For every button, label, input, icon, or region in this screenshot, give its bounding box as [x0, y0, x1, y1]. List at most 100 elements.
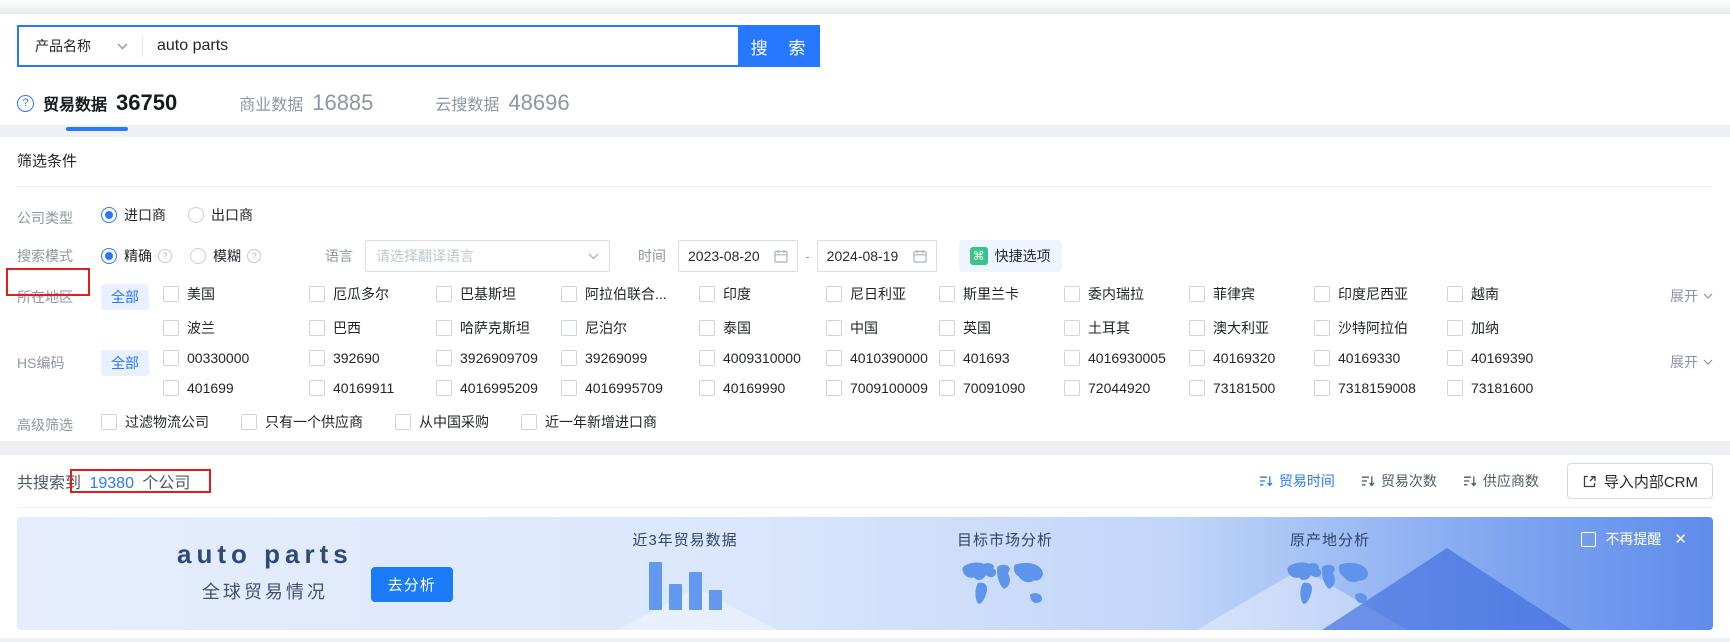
checkbox-option[interactable]: 40169911: [309, 380, 436, 396]
checkbox-icon[interactable]: [436, 286, 452, 302]
checkbox-option[interactable]: 4016995709: [561, 380, 699, 396]
checkbox-icon[interactable]: [1447, 350, 1463, 366]
checkbox-icon[interactable]: [1064, 350, 1080, 366]
quick-options-button[interactable]: ⌘ 快捷选项: [958, 240, 1062, 272]
checkbox-icon[interactable]: [1189, 350, 1205, 366]
checkbox-option[interactable]: 70091090: [939, 380, 1064, 396]
checkbox-icon[interactable]: [561, 320, 577, 336]
checkbox-option[interactable]: 7009100009: [826, 380, 939, 396]
checkbox-icon[interactable]: [1314, 380, 1330, 396]
tab-cloud-search-data[interactable]: 云搜数据 48696: [435, 75, 569, 131]
checkbox-icon[interactable]: [939, 286, 955, 302]
checkbox-icon[interactable]: [163, 286, 179, 302]
checkbox-option[interactable]: 委内瑞拉: [1064, 284, 1189, 304]
checkbox-icon[interactable]: [826, 286, 842, 302]
radio-option[interactable]: 进口商: [101, 205, 166, 225]
checkbox-icon[interactable]: [939, 380, 955, 396]
radio-option[interactable]: 出口商: [188, 205, 253, 225]
checkbox-option[interactable]: 73181500: [1189, 380, 1314, 396]
checkbox-icon[interactable]: [1447, 286, 1463, 302]
checkbox-option[interactable]: 40169990: [699, 380, 826, 396]
checkbox-icon[interactable]: [241, 414, 257, 430]
checkbox-option[interactable]: 40169320: [1189, 350, 1314, 366]
start-date-input[interactable]: 2023-08-20: [678, 240, 798, 272]
checkbox-icon[interactable]: [699, 320, 715, 336]
checkbox-option[interactable]: 巴西: [309, 318, 436, 338]
checkbox-icon[interactable]: [436, 350, 452, 366]
checkbox-icon[interactable]: [1447, 320, 1463, 336]
checkbox-option[interactable]: 4010390000: [826, 350, 939, 366]
checkbox-option[interactable]: 只有一个供应商: [241, 412, 363, 432]
checkbox-icon[interactable]: [1314, 350, 1330, 366]
checkbox-option[interactable]: 40169390: [1447, 350, 1670, 366]
checkbox-icon[interactable]: [1064, 286, 1080, 302]
checkbox-option[interactable]: 72044920: [1064, 380, 1189, 396]
checkbox-icon[interactable]: [309, 350, 325, 366]
checkbox-icon[interactable]: [309, 320, 325, 336]
checkbox-icon[interactable]: [1189, 286, 1205, 302]
checkbox-option[interactable]: 加纳: [1447, 318, 1670, 338]
checkbox-option[interactable]: 40169330: [1314, 350, 1447, 366]
checkbox-icon[interactable]: [1064, 320, 1080, 336]
summary-count[interactable]: 19380: [89, 475, 134, 492]
checkbox-icon[interactable]: [163, 350, 179, 366]
radio-icon[interactable]: [190, 248, 206, 264]
radio-icon[interactable]: [188, 207, 204, 223]
question-circle-icon[interactable]: ?: [17, 94, 34, 112]
checkbox-option[interactable]: 沙特阿拉伯: [1314, 318, 1447, 338]
end-date-input[interactable]: 2024-08-19: [816, 240, 937, 272]
region-expand-link[interactable]: 展开: [1670, 284, 1713, 306]
checkbox-icon[interactable]: [436, 320, 452, 336]
checkbox-option[interactable]: 中国: [826, 318, 939, 338]
checkbox-icon[interactable]: [1314, 286, 1330, 302]
checkbox-icon[interactable]: [395, 414, 411, 430]
checkbox-option[interactable]: 泰国: [699, 318, 826, 338]
checkbox-icon[interactable]: [826, 350, 842, 366]
checkbox-option[interactable]: 尼泊尔: [561, 318, 699, 338]
sort-trade-time[interactable]: 贸易时间: [1259, 471, 1335, 491]
checkbox-option[interactable]: 巴基斯坦: [436, 284, 561, 304]
checkbox-icon[interactable]: [699, 380, 715, 396]
checkbox-option[interactable]: 3926909709: [436, 350, 561, 366]
checkbox-option[interactable]: 印度: [699, 284, 826, 304]
checkbox-icon[interactable]: [1447, 380, 1463, 396]
checkbox-option[interactable]: 尼日利亚: [826, 284, 939, 304]
import-crm-button[interactable]: 导入内部CRM: [1566, 463, 1713, 499]
banner-card-target-market[interactable]: 目标市场分析: [895, 529, 1115, 614]
checkbox-icon[interactable]: [1314, 320, 1330, 336]
radio-option[interactable]: 模糊?: [190, 246, 261, 266]
hs-expand-link[interactable]: 展开: [1670, 350, 1713, 372]
checkbox-option[interactable]: 从中国采购: [395, 412, 489, 432]
checkbox-icon[interactable]: [939, 350, 955, 366]
checkbox-option[interactable]: 哈萨克斯坦: [436, 318, 561, 338]
checkbox-option[interactable]: 近一年新增进口商: [521, 412, 657, 432]
checkbox-icon[interactable]: [163, 320, 179, 336]
checkbox-icon[interactable]: [436, 380, 452, 396]
checkbox-icon[interactable]: [101, 414, 117, 430]
checkbox-option[interactable]: 4016930005: [1064, 350, 1189, 366]
banner-card-trade-data[interactable]: 近3年贸易数据: [575, 529, 795, 610]
sort-supplier-count[interactable]: 供应商数: [1463, 471, 1539, 491]
checkbox-icon[interactable]: [561, 350, 577, 366]
checkbox-option[interactable]: 4016995209: [436, 380, 561, 396]
search-input[interactable]: [143, 27, 738, 65]
close-icon[interactable]: ✕: [1674, 530, 1687, 548]
checkbox-icon[interactable]: [826, 320, 842, 336]
checkbox-option[interactable]: 印度尼西亚: [1314, 284, 1447, 304]
checkbox-option[interactable]: 波兰: [163, 318, 309, 338]
checkbox-option[interactable]: 阿拉伯联合...: [561, 284, 699, 304]
search-category-dropdown[interactable]: 产品名称: [19, 27, 142, 65]
checkbox-icon[interactable]: [309, 286, 325, 302]
checkbox-option[interactable]: 39269099: [561, 350, 699, 366]
checkbox-option[interactable]: 4009310000: [699, 350, 826, 366]
checkbox-icon[interactable]: [561, 380, 577, 396]
radio-icon[interactable]: [101, 248, 117, 264]
radio-option[interactable]: 精确?: [101, 246, 172, 266]
sort-trade-count[interactable]: 贸易次数: [1361, 471, 1437, 491]
checkbox-icon[interactable]: [1189, 320, 1205, 336]
checkbox-option[interactable]: 401693: [939, 350, 1064, 366]
checkbox-icon[interactable]: [1064, 380, 1080, 396]
checkbox-icon[interactable]: [163, 380, 179, 396]
checkbox-option[interactable]: 英国: [939, 318, 1064, 338]
checkbox-option[interactable]: 美国: [163, 284, 309, 304]
